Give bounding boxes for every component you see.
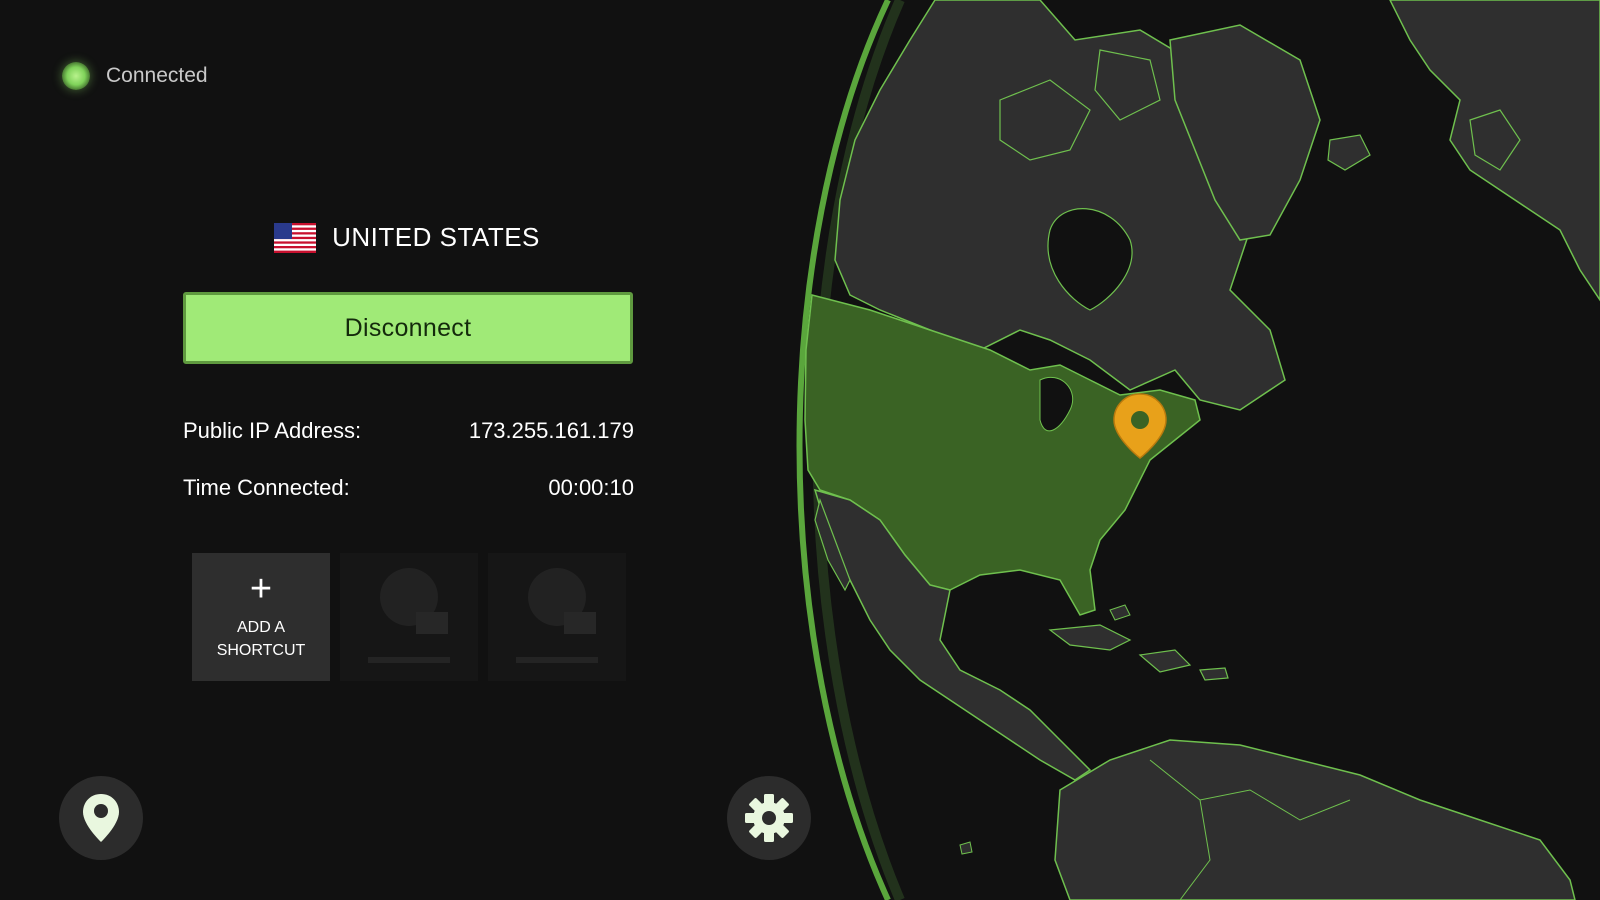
placeholder-label-bar [368, 657, 450, 663]
placeholder-badge [564, 612, 596, 634]
world-map-globe [796, 0, 1600, 900]
location-button[interactable] [59, 776, 143, 860]
country-name: UNITED STATES [332, 222, 540, 252]
shortcut-placeholder [340, 553, 478, 681]
selected-country: UNITED STATES [180, 222, 634, 253]
add-shortcut-button[interactable]: + ADD A SHORTCUT [192, 553, 330, 681]
connection-status: Connected [62, 62, 208, 90]
placeholder-label-bar [516, 657, 598, 663]
placeholder-badge [416, 612, 448, 634]
disconnect-button[interactable]: Disconnect [183, 292, 633, 364]
public-ip-row: Public IP Address: 173.255.161.179 [183, 418, 634, 444]
add-shortcut-label: ADD A SHORTCUT [216, 619, 306, 659]
us-flag-icon [274, 222, 317, 253]
gear-icon [745, 794, 793, 842]
map-land-south-america [1054, 739, 1576, 900]
time-connected-row: Time Connected: 00:00:10 [183, 475, 634, 501]
shortcuts-row: + ADD A SHORTCUT [192, 553, 626, 681]
vpn-app-window: Connected UNITED STATES Disconnect Publi… [0, 0, 1600, 900]
time-connected-label: Time Connected: [183, 475, 350, 500]
public-ip-value: 173.255.161.179 [468, 418, 634, 443]
status-text: Connected [106, 64, 208, 87]
public-ip-label: Public IP Address: [183, 418, 362, 443]
plus-icon: + [249, 568, 273, 610]
status-indicator-icon [62, 62, 90, 90]
shortcut-placeholder [488, 553, 626, 681]
location-pin-icon [83, 794, 119, 842]
settings-button[interactable] [727, 776, 811, 860]
time-connected-value: 00:00:10 [548, 475, 634, 500]
